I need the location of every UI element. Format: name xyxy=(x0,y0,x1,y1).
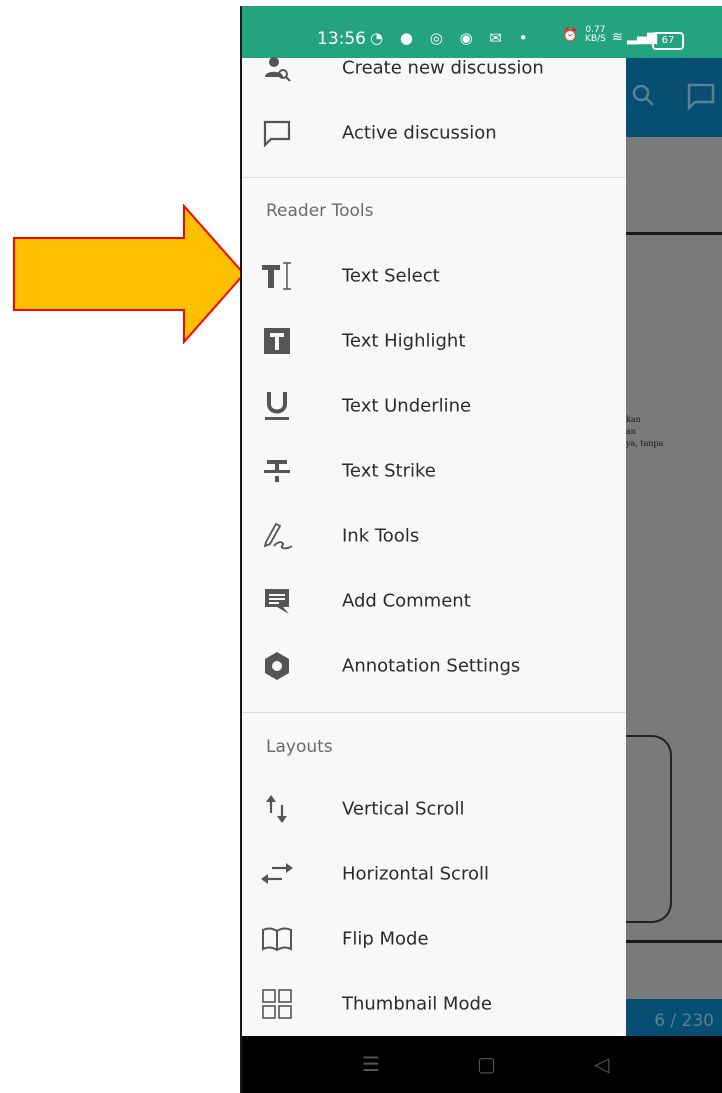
text-underline-icon xyxy=(260,389,294,423)
drawer-item-horizontal-scroll[interactable]: Horizontal Scroll xyxy=(242,844,626,904)
drawer-item-text-highlight[interactable]: Text Highlight xyxy=(242,311,626,371)
drawer-item-flip-mode[interactable]: Flip Mode xyxy=(242,909,626,969)
drawer-item-label: Ink Tools xyxy=(342,525,420,547)
drawer-item-label: Text Select xyxy=(342,265,440,287)
search-icon[interactable] xyxy=(630,82,656,115)
drawer-item-annotation-settings[interactable]: Annotation Settings xyxy=(242,636,626,696)
annotation-arrow xyxy=(13,204,246,344)
drawer-item-text-underline[interactable]: Text Underline xyxy=(242,376,626,436)
drawer-item-label: Annotation Settings xyxy=(342,655,521,677)
drawer-item-add-comment[interactable]: Add Comment xyxy=(242,571,626,631)
drawer-item-label: Text Strike xyxy=(342,460,436,482)
drawer-item-text-select[interactable]: Text Select xyxy=(242,246,626,306)
text-select-icon xyxy=(260,259,294,293)
drawer-item-label: Thumbnail Mode xyxy=(342,993,492,1015)
drawer-item-create-discussion[interactable]: Create new discussion xyxy=(242,38,626,98)
drawer-item-label: Create new discussion xyxy=(342,57,544,79)
comment-icon xyxy=(260,584,294,618)
section-title-layouts: Layouts xyxy=(266,737,333,757)
drawer-item-label: Vertical Scroll xyxy=(342,798,465,820)
back-nav-icon[interactable]: ◁ xyxy=(594,1052,609,1076)
book-icon xyxy=(260,922,294,956)
menu-nav-icon[interactable]: ☰ xyxy=(362,1052,380,1076)
horizontal-scroll-icon xyxy=(260,857,294,891)
search-user-icon xyxy=(260,51,294,85)
drawer-item-label: Text Underline xyxy=(342,395,472,417)
drawer-item-text-strike[interactable]: Text Strike xyxy=(242,441,626,501)
drawer-item-vertical-scroll[interactable]: Vertical Scroll xyxy=(242,779,626,839)
battery-indicator: 67 xyxy=(652,32,684,50)
grid-icon xyxy=(260,987,294,1021)
system-nav-bar: ☰ ▢ ◁ xyxy=(242,1036,722,1093)
reader-background: kan an ya, tanpa 6 / 230 xyxy=(626,58,722,1042)
drawer-item-label: Add Comment xyxy=(342,590,471,612)
chat-bubble-icon xyxy=(260,116,294,150)
text-strike-icon xyxy=(260,454,294,488)
vertical-scroll-icon xyxy=(260,792,294,826)
home-nav-icon[interactable]: ▢ xyxy=(477,1052,496,1076)
drawer-item-label: Flip Mode xyxy=(342,928,429,950)
page-frame-box xyxy=(626,735,672,923)
drawer-item-ink-tools[interactable]: Ink Tools xyxy=(242,506,626,566)
dim-overlay: kan an ya, tanpa xyxy=(626,137,722,999)
page-text-line-1: kan xyxy=(626,415,641,424)
drawer-item-label: Active discussion xyxy=(342,122,497,144)
page-edge-top xyxy=(626,232,722,235)
page-edge-bottom xyxy=(626,940,722,943)
discussion-icon[interactable] xyxy=(686,82,716,117)
text-highlight-icon xyxy=(260,324,294,358)
navigation-drawer: Create new discussion Active discussion … xyxy=(242,57,626,1036)
ink-pen-icon xyxy=(260,519,294,553)
section-title-reader-tools: Reader Tools xyxy=(266,201,374,221)
gear-icon xyxy=(260,649,294,683)
divider xyxy=(242,712,626,713)
page-text-line-2: an xyxy=(626,427,636,436)
drawer-item-label: Horizontal Scroll xyxy=(342,863,489,885)
divider xyxy=(242,177,626,178)
phone-screen: kan an ya, tanpa 6 / 230 13:56 ◔ ● ◎ ◉ ✉… xyxy=(242,6,722,1093)
reader-header xyxy=(626,58,722,137)
page-text-line-3: ya, tanpa xyxy=(626,439,664,448)
drawer-item-thumbnail-mode[interactable]: Thumbnail Mode xyxy=(242,974,626,1034)
drawer-item-active-discussion[interactable]: Active discussion xyxy=(242,103,626,163)
page-indicator: 6 / 230 xyxy=(654,1011,714,1031)
drawer-item-label: Text Highlight xyxy=(342,330,466,352)
